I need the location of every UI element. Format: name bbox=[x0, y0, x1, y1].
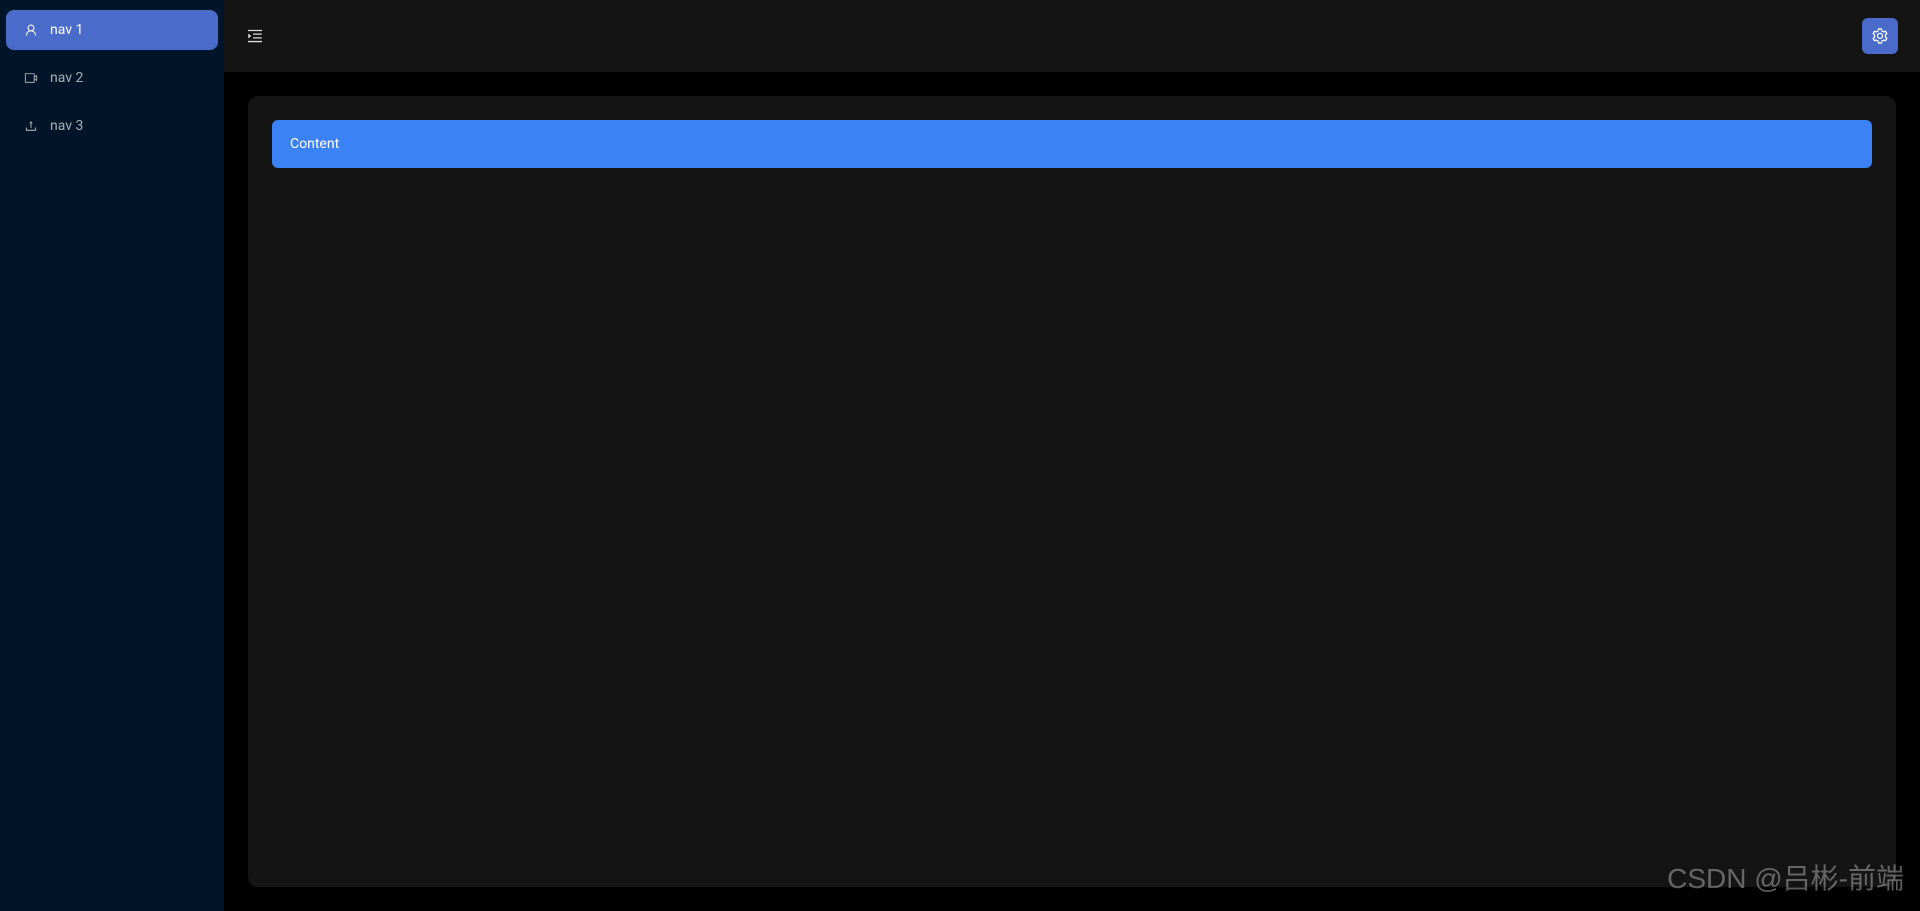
content-panel: Content bbox=[248, 96, 1896, 887]
menu-fold-icon[interactable] bbox=[246, 27, 264, 45]
sidebar-item-nav1[interactable]: nav 1 bbox=[6, 10, 218, 50]
settings-button[interactable] bbox=[1862, 18, 1898, 54]
sidebar-item-label: nav 2 bbox=[50, 70, 83, 86]
sidebar-item-label: nav 3 bbox=[50, 118, 83, 134]
upload-icon bbox=[24, 119, 38, 133]
gear-icon bbox=[1871, 27, 1889, 45]
header bbox=[224, 0, 1920, 72]
user-icon bbox=[24, 23, 38, 37]
sidebar-item-nav2[interactable]: nav 2 bbox=[6, 58, 218, 98]
sidebar-item-label: nav 1 bbox=[50, 22, 83, 38]
content-wrapper: Content bbox=[224, 72, 1920, 911]
app-layout: nav 1 nav 2 nav 3 bbox=[0, 0, 1920, 911]
video-icon bbox=[24, 71, 38, 85]
content-bar: Content bbox=[272, 120, 1872, 168]
main-area: Content bbox=[224, 0, 1920, 911]
sidebar: nav 1 nav 2 nav 3 bbox=[0, 0, 224, 911]
content-text: Content bbox=[290, 136, 339, 152]
sidebar-item-nav3[interactable]: nav 3 bbox=[6, 106, 218, 146]
